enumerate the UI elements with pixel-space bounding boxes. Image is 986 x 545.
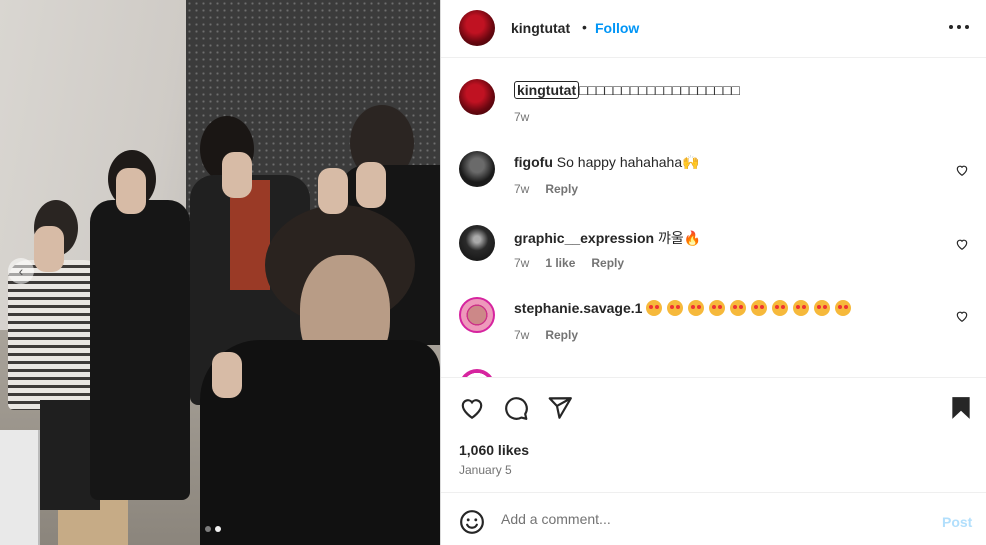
comment-input[interactable] — [501, 507, 921, 531]
peace-sign-hand — [318, 168, 348, 214]
caption-username[interactable]: kingtutat — [514, 81, 580, 99]
chevron-left-icon: ‹ — [18, 263, 24, 279]
follow-button[interactable]: Follow — [595, 20, 639, 36]
post-side-panel: kingtutat • Follow kingtutat □□□□□□□□□□□□… — [440, 0, 986, 545]
post-date: January 5 — [459, 463, 512, 477]
heart-eyes-emoji-icon — [793, 300, 810, 316]
carousel-dot — [205, 526, 211, 532]
heart-eyes-emoji-icon — [646, 300, 663, 316]
peace-sign-hand — [356, 162, 386, 208]
comment-time: 7w — [514, 328, 530, 342]
heart-eyes-emoji-row — [646, 300, 856, 316]
comment-text: 꺄울🔥 — [657, 230, 702, 246]
peace-sign-hand — [116, 168, 146, 214]
peace-sign-hand — [34, 226, 64, 272]
add-comment-bar: Post — [441, 492, 986, 545]
carousel-dots — [205, 526, 221, 532]
comment-text: So happy hahahaha🙌 — [556, 154, 700, 170]
comment-username[interactable]: stephanie.savage.1 — [514, 300, 642, 316]
heart-eyes-emoji-icon — [751, 300, 768, 316]
heart-eyes-emoji-icon — [667, 300, 684, 316]
avatar-with-story-ring[interactable] — [459, 369, 495, 377]
avatar[interactable] — [459, 10, 495, 46]
heart-eyes-emoji-icon — [688, 300, 705, 316]
separator-dot: • — [582, 19, 587, 35]
avatar-with-story-ring[interactable] — [459, 297, 495, 333]
emoji-icon[interactable] — [459, 509, 485, 535]
share-icon[interactable] — [547, 395, 573, 421]
avatar[interactable] — [459, 79, 495, 115]
comments-list[interactable]: kingtutat □□□□□□□□□□□□□□□□□□□ 7w figofu S… — [441, 59, 986, 377]
like-comment-heart-icon[interactable] — [955, 163, 969, 177]
heart-icon[interactable] — [459, 395, 485, 421]
comment-like-count[interactable]: 1 like — [545, 256, 575, 270]
avatar[interactable] — [459, 225, 495, 261]
heart-eyes-emoji-icon — [772, 300, 789, 316]
reply-button[interactable]: Reply — [545, 328, 578, 342]
comment-time: 7w — [514, 256, 530, 270]
comment-icon[interactable] — [503, 395, 529, 421]
caption-time: 7w — [514, 110, 530, 124]
like-comment-heart-icon[interactable] — [955, 309, 969, 323]
post-photo[interactable]: ‹ — [0, 0, 440, 545]
heart-eyes-emoji-icon — [814, 300, 831, 316]
peace-sign-hand — [222, 152, 252, 198]
comment-username[interactable]: figofu — [514, 154, 553, 170]
reply-button[interactable]: Reply — [545, 182, 578, 196]
heart-eyes-emoji-icon — [835, 300, 852, 316]
caption-text: □□□□□□□□□□□□□□□□□□□ — [579, 82, 740, 98]
more-horizontal-icon[interactable] — [949, 17, 969, 37]
avatar[interactable] — [459, 151, 495, 187]
post-header: kingtutat • Follow — [441, 0, 986, 58]
comment-time: 7w — [514, 182, 530, 196]
like-comment-heart-icon[interactable] — [955, 237, 969, 251]
heart-eyes-emoji-icon — [709, 300, 726, 316]
photo-shelf — [0, 430, 40, 545]
bookmark-icon[interactable] — [948, 395, 974, 421]
heart-eyes-emoji-icon — [730, 300, 747, 316]
reply-button[interactable]: Reply — [591, 256, 624, 270]
carousel-dot-active — [215, 526, 221, 532]
post-comment-button[interactable]: Post — [942, 514, 972, 530]
like-count[interactable]: 1,060 likes — [459, 442, 529, 458]
comment-username[interactable]: graphic__expression — [514, 230, 654, 246]
carousel-prev-button[interactable]: ‹ — [8, 258, 34, 284]
author-username[interactable]: kingtutat — [511, 20, 570, 36]
peace-sign-hand — [212, 352, 242, 398]
post-actions: 1,060 likes January 5 — [441, 377, 986, 492]
